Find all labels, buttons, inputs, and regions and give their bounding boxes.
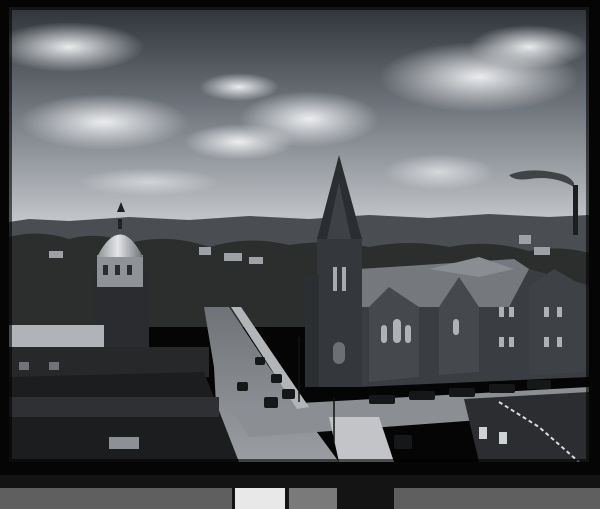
foreground-building-right (464, 392, 589, 462)
strip-block (235, 488, 285, 509)
photo-frame (0, 0, 600, 475)
strip-block (289, 488, 337, 509)
strip-block (394, 488, 600, 509)
church-tower (317, 237, 362, 387)
smokestack (573, 185, 578, 235)
strip-block (0, 488, 232, 509)
film-edge-strip (0, 475, 600, 509)
photograph (9, 7, 589, 462)
